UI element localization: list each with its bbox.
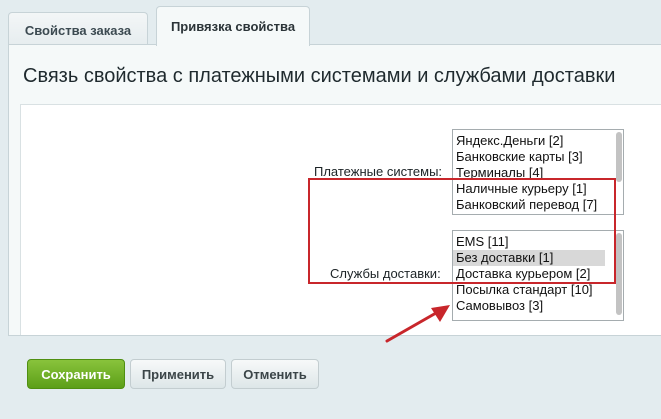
payment-scrollbar[interactable]: [616, 132, 622, 182]
section-title: Связь свойства с платежными системами и …: [23, 65, 616, 87]
delivery-scrollbar[interactable]: [616, 233, 622, 315]
apply-button[interactable]: Применить: [130, 359, 226, 389]
delivery-option[interactable]: Посылка стандарт [10]: [453, 282, 623, 298]
red-arrow-icon: [385, 305, 450, 343]
payment-systems-label: Платежные системы:: [314, 164, 443, 179]
save-button[interactable]: Сохранить: [27, 359, 125, 389]
highlight-box: [308, 178, 616, 284]
delivery-option[interactable]: Самовывоз [3]: [453, 298, 623, 314]
tab-property-binding[interactable]: Привязка свойства: [156, 6, 310, 46]
payment-option[interactable]: Яндекс.Деньги [2]: [453, 133, 623, 149]
cancel-button[interactable]: Отменить: [231, 359, 319, 389]
tab-order-properties[interactable]: Свойства заказа: [8, 12, 148, 48]
payment-option[interactable]: Банковские карты [3]: [453, 149, 623, 165]
